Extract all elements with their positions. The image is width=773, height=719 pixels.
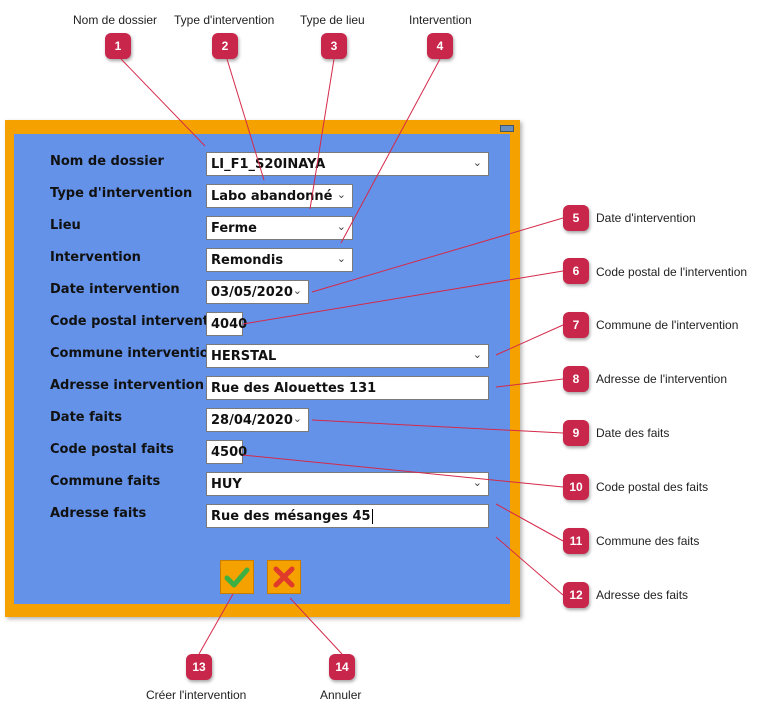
code-postal-intervention-value: 4040: [211, 316, 248, 332]
callout-badge-5: 5: [563, 205, 589, 231]
callout-label-13: Créer l'intervention: [146, 688, 247, 702]
callout-badge-10: 10: [563, 474, 589, 500]
date-faits-picker[interactable]: 28/04/2020 ⌄: [206, 408, 309, 432]
x-icon: [273, 566, 295, 588]
commune-intervention-value: HERSTAL: [211, 348, 277, 364]
callout-badge-1: 1: [105, 33, 131, 59]
callout-badge-14: 14: [329, 654, 355, 680]
callout-label-14: Annuler: [320, 688, 362, 702]
date-faits-value: 28/04/2020: [211, 412, 293, 428]
label-code-postal-faits: Code postal faits: [50, 442, 174, 457]
window-control-button[interactable]: [500, 125, 514, 132]
callout-badge-12: 12: [563, 582, 589, 608]
label-code-postal-intervention: Code postal intervention: [50, 314, 232, 329]
callout-label-10: Code postal des faits: [596, 480, 709, 494]
label-nom-dossier: Nom de dossier: [50, 154, 164, 169]
label-commune-faits: Commune faits: [50, 474, 161, 489]
callout-badge-2: 2: [212, 33, 238, 59]
nom-dossier-select[interactable]: LI_F1_S20INAYA ⌄: [206, 152, 489, 176]
chevron-down-icon: ⌄: [336, 252, 346, 265]
callout-label-4: Intervention: [409, 13, 472, 27]
label-date-intervention: Date intervention: [50, 282, 180, 297]
adresse-faits-input[interactable]: Rue des mésanges 45: [206, 504, 489, 528]
create-intervention-button[interactable]: [220, 560, 254, 594]
callout-label-5: Date d'intervention: [596, 211, 696, 225]
callout-label-9: Date des faits: [596, 426, 670, 440]
commune-intervention-select[interactable]: HERSTAL ⌄: [206, 344, 489, 368]
label-type-intervention: Type d'intervention: [50, 186, 193, 201]
callout-label-2: Type d'intervention: [174, 13, 275, 27]
callout-badge-7: 7: [563, 312, 589, 338]
text-cursor: [371, 508, 373, 524]
commune-faits-value: HUY: [211, 476, 242, 492]
callout-label-3: Type de lieu: [300, 13, 365, 27]
adresse-intervention-input[interactable]: Rue des Alouettes 131: [206, 376, 489, 400]
chevron-down-icon: ⌄: [472, 348, 482, 361]
nom-dossier-value: LI_F1_S20INAYA: [211, 156, 326, 172]
callout-label-7: Commune de l'intervention: [596, 318, 739, 332]
lieu-value: Ferme: [211, 220, 257, 236]
adresse-intervention-value: Rue des Alouettes 131: [211, 380, 377, 396]
callout-badge-6: 6: [563, 258, 589, 284]
intervention-value: Remondis: [211, 252, 284, 268]
callout-badge-13: 13: [186, 654, 212, 680]
chevron-down-icon: ⌄: [472, 156, 482, 169]
label-intervention: Intervention: [50, 250, 141, 265]
type-intervention-value: Labo abandonné: [211, 188, 333, 204]
lieu-select[interactable]: Ferme ⌄: [206, 216, 353, 240]
callout-label-12: Adresse des faits: [596, 588, 689, 602]
date-intervention-picker[interactable]: 03/05/2020 ⌄: [206, 280, 309, 304]
code-postal-faits-value: 4500: [211, 444, 248, 460]
checkmark-icon: [224, 567, 250, 588]
dialog-body: Nom de dossier LI_F1_S20INAYA ⌄ Type d'i…: [14, 134, 510, 604]
intervention-select[interactable]: Remondis ⌄: [206, 248, 353, 272]
cancel-button[interactable]: [267, 560, 301, 594]
code-postal-intervention-input[interactable]: 4040: [206, 312, 247, 336]
chevron-down-icon: ⌄: [292, 412, 302, 425]
label-adresse-faits: Adresse faits: [50, 506, 147, 521]
date-intervention-value: 03/05/2020: [211, 284, 293, 300]
code-postal-faits-input[interactable]: 4500: [206, 440, 247, 464]
chevron-down-icon: ⌄: [336, 220, 346, 233]
type-intervention-select[interactable]: Labo abandonné ⌄: [206, 184, 353, 208]
callout-label-11: Commune des faits: [596, 534, 700, 548]
callout-label-8: Adresse de l'intervention: [596, 372, 728, 386]
label-commune-intervention: Commune intervention: [50, 346, 218, 361]
chevron-down-icon: ⌄: [472, 476, 482, 489]
callout-badge-9: 9: [563, 420, 589, 446]
label-lieu: Lieu: [50, 218, 81, 233]
callout-badge-4: 4: [427, 33, 453, 59]
intervention-dialog: Nom de dossier LI_F1_S20INAYA ⌄ Type d'i…: [5, 120, 520, 617]
commune-faits-select[interactable]: HUY ⌄: [206, 472, 489, 496]
label-adresse-intervention: Adresse intervention: [50, 378, 204, 393]
callout-badge-3: 3: [321, 33, 347, 59]
callout-label-6: Code postal de l'intervention: [596, 265, 748, 279]
callout-badge-8: 8: [563, 366, 589, 392]
callout-badge-11: 11: [563, 528, 589, 554]
chevron-down-icon: ⌄: [336, 188, 346, 201]
callout-label-1: Nom de dossier: [73, 13, 158, 27]
label-date-faits: Date faits: [50, 410, 122, 425]
chevron-down-icon: ⌄: [292, 284, 302, 297]
adresse-faits-value: Rue des mésanges 45: [211, 508, 371, 524]
